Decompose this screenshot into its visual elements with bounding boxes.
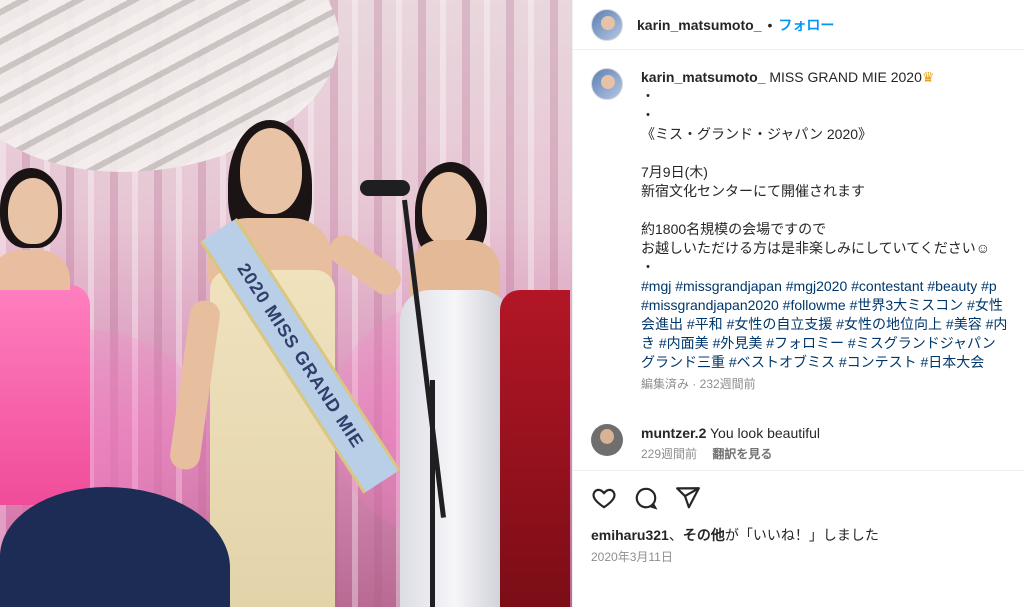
- caption-line: ・: [641, 88, 655, 104]
- translate-button[interactable]: 翻訳を見る: [712, 447, 772, 461]
- hashtag-line[interactable]: #mgj #missgrandjapan #mgj2020 #contestan…: [641, 277, 1007, 296]
- hashtag-line[interactable]: き #内面美 #外見美 #フォロミー #ミスグランドジャパン: [641, 334, 1007, 353]
- crown-icon: ♛: [921, 69, 935, 85]
- header-username[interactable]: karin_matsumoto_: [637, 17, 761, 33]
- caption-line: ・: [641, 107, 655, 123]
- caption: karin_matsumoto_ MISS GRAND MIE 2020♛ ・ …: [591, 68, 1024, 394]
- likes-suffix: が「いいね！」しました: [724, 527, 879, 543]
- avatar[interactable]: [591, 8, 623, 41]
- caption-username[interactable]: karin_matsumoto_: [641, 69, 765, 85]
- hashtag-line[interactable]: 会進出 #平和 #女性の自立支援 #女性の地位向上 #美容 #内: [641, 315, 1007, 334]
- separator-dot: •: [767, 16, 773, 33]
- heart-icon[interactable]: [591, 485, 617, 516]
- post-header: karin_matsumoto_ • フォロー: [573, 0, 1024, 50]
- instagram-post-view: 2020 MISS GRAND MIE karin_matsumoto_ • フ…: [0, 0, 1024, 607]
- hashtag-line[interactable]: #missgrandjapan2020 #followme #世界3大ミスコン …: [641, 296, 1007, 315]
- mic-stand-pole: [430, 380, 435, 607]
- share-icon[interactable]: [675, 485, 701, 516]
- caption-line: 《ミス・グランド・ジャパン 2020》: [641, 126, 873, 142]
- hashtag-line[interactable]: グランド三重 #ベストオブミス #コンテスト #日本大会: [641, 353, 1007, 372]
- caption-line: 約1800名規模の会場ですので: [641, 221, 827, 237]
- likes-others-link[interactable]: その他: [683, 527, 725, 543]
- comment-icon[interactable]: [633, 485, 659, 516]
- comment: muntzer.2 You look beautiful 229週間前 翻訳を見…: [591, 424, 820, 462]
- caption-body: karin_matsumoto_ MISS GRAND MIE 2020♛ ・ …: [641, 68, 1007, 394]
- caption-blank: [641, 201, 1007, 220]
- likes-separator: 、: [668, 527, 683, 543]
- comment-avatar[interactable]: [591, 424, 623, 456]
- caption-avatar[interactable]: [591, 68, 623, 100]
- follow-button[interactable]: フォロー: [778, 15, 834, 35]
- likes-summary: emiharu321、その他が「いいね！」しました: [573, 526, 1024, 544]
- liker-username[interactable]: emiharu321: [591, 527, 669, 543]
- post-sidebar: karin_matsumoto_ • フォロー karin_matsumoto_…: [572, 0, 1024, 607]
- action-bar: emiharu321、その他が「いいね！」しました 2020年3月11日: [573, 470, 1024, 565]
- microphone: [360, 180, 410, 196]
- caption-line: 7月9日(木): [641, 164, 708, 180]
- caption-line: ・: [641, 259, 655, 275]
- caption-line: MISS GRAND MIE 2020: [769, 69, 922, 85]
- post-photo[interactable]: 2020 MISS GRAND MIE: [0, 0, 572, 607]
- caption-blank: [641, 144, 1007, 163]
- caption-line: お越しいただける方は是非楽しみにしていてください☺︎: [641, 240, 991, 256]
- caption-line: 新宿文化センターにて開催されます: [641, 183, 865, 199]
- comment-text: You look beautiful: [710, 425, 821, 441]
- comment-username[interactable]: muntzer.2: [641, 425, 706, 441]
- caption-meta: 編集済み · 232週間前: [641, 377, 756, 391]
- post-date: 2020年3月11日: [591, 550, 673, 564]
- comment-time: 229週間前: [641, 447, 698, 461]
